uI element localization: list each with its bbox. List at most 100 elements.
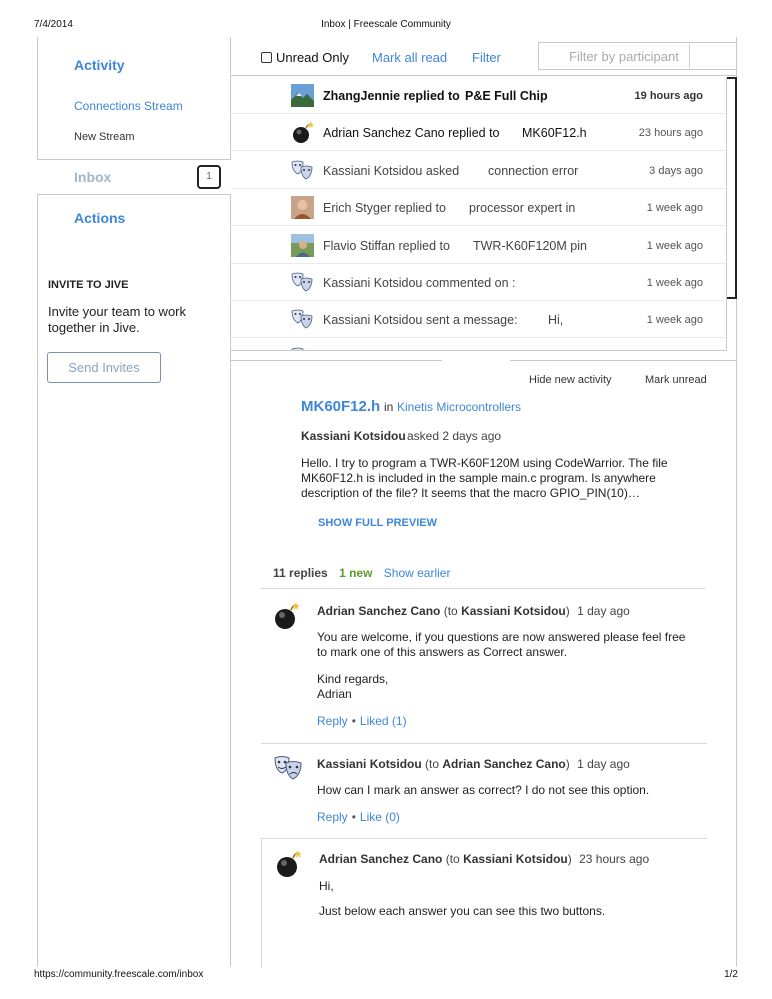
sidebar-actions-link[interactable]: Actions (74, 210, 125, 226)
replies-divider (261, 588, 706, 589)
inbox-item-time: 23 hours ago (638, 127, 703, 140)
sidebar-activity-link[interactable]: Activity (74, 57, 125, 73)
reply-text: Hi, (319, 879, 334, 893)
person-photo-avatar-icon[interactable] (291, 196, 314, 220)
theater-masks-avatar-icon[interactable] (291, 308, 314, 331)
replies-new-count[interactable]: 1 new (339, 566, 372, 580)
reply-item: Kassiani Kotsidou (to Adrian Sanchez Can… (261, 743, 707, 839)
sidebar-item-inbox[interactable]: Inbox 1 (37, 159, 231, 195)
invite-title: INVITE TO JIVE (48, 279, 129, 291)
print-title: Inbox | Freescale Community (321, 19, 451, 30)
inbox-list: ZhangJennie replied to P&E Full Chip 19 ho… (231, 77, 726, 351)
reply-link[interactable]: Reply (317, 714, 348, 728)
reply-author[interactable]: Kassiani Kotsidou (317, 757, 422, 771)
inbox-item-actor: Adrian Sanchez Cano replied to (323, 126, 500, 141)
unread-only-label: Unread Only (276, 50, 349, 65)
inbox-item-subject: MK60F12.h (522, 126, 587, 141)
inbox-item-actor: ZhangJennie replied to (323, 89, 460, 103)
thread-title-link[interactable]: MK60F12.h (301, 398, 380, 415)
mark-all-read-link[interactable]: Mark all read (372, 50, 447, 65)
thread-author[interactable]: Kassiani Kotsidou (301, 429, 406, 443)
reply-header: Adrian Sanchez Cano (to Kassiani Kotsido… (317, 604, 630, 618)
invite-text: Invite your team to work together in Jiv… (48, 304, 186, 335)
inbox-item-subject: Hi, (548, 313, 564, 328)
thread-place-link[interactable]: Kinetis Microcontrollers (397, 400, 521, 414)
inbox-item[interactable]: Kassiani Kotsidou commented on : 1 week a… (231, 264, 726, 301)
reply-to-suffix: ) (565, 604, 570, 618)
reply-actions: Reply • Like (0) (317, 810, 400, 824)
reply-to-suffix: ) (567, 852, 572, 866)
reply-actions: Reply • Liked (1) (317, 714, 407, 728)
inbox-item-time: 1 week ago (646, 277, 703, 289)
replies-count: 11 replies (273, 566, 328, 580)
inbox-item-subject: TWR-K60F120M pin (473, 238, 587, 253)
reply-time: 1 day ago (577, 757, 630, 771)
reply-text: Kind regards, (317, 672, 389, 686)
inbox-item-subject: P&E Full Chip (465, 89, 548, 103)
theater-masks-avatar-icon[interactable] (291, 346, 314, 351)
inbox-item-time: 1 week ago (646, 239, 703, 252)
theater-masks-avatar-icon[interactable] (291, 159, 314, 182)
reply-text: You are welcome, if you questions are no… (317, 630, 686, 659)
inbox-item-actor: Kassiani Kotsidou sent a message: (323, 313, 518, 328)
inbox-item-actor: Kassiani Kotsidou asked (323, 163, 460, 178)
thread-body: Hello. I try to program a TWR-K60F120M u… (301, 456, 668, 500)
reply-time: 1 day ago (577, 604, 630, 618)
inbox-item[interactable]: Adrian Sanchez Cano replied to MK60F12.h 2… (231, 114, 726, 152)
bomb-avatar-icon[interactable] (291, 121, 314, 144)
reply-to-user[interactable]: Kassiani Kotsidou (461, 604, 566, 618)
inbox-item[interactable]: ZhangJennie replied to P&E Full Chip 19 ho… (231, 77, 726, 114)
reply-item: Adrian Sanchez Cano (to Kassiani Kotsido… (263, 838, 709, 966)
reply-time: 23 hours ago (579, 852, 650, 866)
bomb-avatar-icon[interactable] (273, 600, 299, 630)
inbox-scrollbar[interactable] (726, 77, 737, 351)
reply-to-user[interactable]: Adrian Sanchez Cano (442, 757, 565, 771)
action-separator: • (351, 810, 356, 824)
unread-only-checkbox[interactable] (261, 52, 272, 63)
reply-link[interactable]: Reply (317, 810, 348, 824)
action-separator: • (351, 714, 356, 728)
thread-meta: asked 2 days ago (407, 429, 502, 443)
inbox-item-time: 1 week ago (646, 314, 703, 327)
inbox-item-time: 19 hours ago (634, 90, 703, 102)
detail-divider-gap (442, 359, 510, 362)
reply-to-user[interactable]: Kassiani Kotsidou (463, 852, 568, 866)
inbox-item-time: 1 week ago (646, 202, 703, 215)
filter-participant-input[interactable] (538, 42, 737, 70)
show-full-preview-link[interactable]: SHOW FULL PREVIEW (318, 517, 437, 529)
replies-bar: 11 replies 1 new Show earlier (273, 566, 450, 580)
send-invites-button[interactable]: Send Invites (47, 352, 161, 383)
inbox-item[interactable]: Erich Styger replied to processor expert … (231, 189, 726, 227)
filter-input-divider (689, 44, 690, 68)
sidebar-new-stream-link[interactable]: New Stream (74, 131, 135, 143)
theater-masks-avatar-icon[interactable] (273, 753, 303, 783)
reply-text: Just below each answer you can see this … (319, 904, 606, 918)
like-link[interactable]: Like (0) (360, 810, 400, 824)
filter-link[interactable]: Filter (472, 50, 501, 65)
outdoor-photo-avatar-icon[interactable] (291, 233, 314, 257)
inbox-item-actor: Kassiani Kotsidou commented on : (323, 276, 516, 290)
theater-masks-avatar-icon[interactable] (291, 271, 314, 294)
print-footer: https://community.freescale.com/inbox 1/… (34, 969, 738, 983)
bomb-avatar-icon[interactable] (275, 848, 301, 878)
reply-to-prefix: (to (425, 757, 440, 771)
inbox-item-partial[interactable] (231, 339, 726, 351)
like-link[interactable]: Liked (1) (360, 714, 407, 728)
inbox-item[interactable]: Kassiani Kotsidou asked connection error 3… (231, 152, 726, 189)
reply-header: Adrian Sanchez Cano (to Kassiani Kotsido… (319, 852, 649, 866)
unread-only-toggle[interactable]: Unread Only (261, 50, 349, 65)
landscape-photo-avatar-icon[interactable] (291, 84, 314, 107)
reply-author[interactable]: Adrian Sanchez Cano (319, 852, 442, 866)
reply-header: Kassiani Kotsidou (to Adrian Sanchez Can… (317, 757, 630, 771)
inbox-scroll-thumb[interactable] (727, 77, 737, 299)
sidebar: Activity Connections Stream New Stream I… (37, 37, 231, 967)
inbox-item[interactable]: Kassiani Kotsidou sent a message: Hi, 1 we… (231, 301, 726, 339)
reply-author[interactable]: Adrian Sanchez Cano (317, 604, 440, 618)
hide-new-activity-link[interactable]: Hide new activity (529, 374, 612, 386)
inbox-item-actor: Flavio Stiffan replied to (323, 238, 450, 253)
inbox-item[interactable]: Flavio Stiffan replied to TWR-K60F120M pi… (231, 227, 726, 264)
reply-to-suffix: ) (565, 757, 570, 771)
show-earlier-link[interactable]: Show earlier (384, 566, 451, 580)
sidebar-connections-stream-link[interactable]: Connections Stream (74, 99, 183, 113)
mark-unread-link[interactable]: Mark unread (645, 374, 707, 386)
